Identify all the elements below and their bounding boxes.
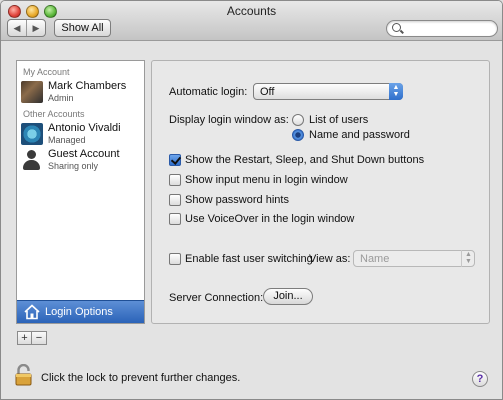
show-all-button[interactable]: Show All bbox=[54, 19, 111, 37]
checkbox-show-password-hints-label: Show password hints bbox=[185, 194, 289, 206]
popup-arrows-icon: ▲ ▼ bbox=[389, 83, 403, 100]
house-icon bbox=[24, 304, 40, 320]
back-forward-control: ◀ ▶ bbox=[7, 19, 46, 37]
view-as-value: Name bbox=[360, 253, 390, 265]
login-options-item[interactable]: Login Options bbox=[17, 300, 144, 323]
display-login-label: Display login window as: bbox=[169, 114, 289, 126]
accounts-sidebar: My Account Mark Chambers Admin Other Acc… bbox=[16, 60, 145, 324]
checkbox-show-input-menu[interactable] bbox=[169, 174, 181, 186]
avatar bbox=[21, 81, 43, 103]
view-as-popup[interactable]: Name ▲ ▼ bbox=[353, 250, 475, 267]
account-item-mark-chambers[interactable]: Mark Chambers Admin bbox=[21, 80, 143, 106]
checkbox-show-input-menu-label: Show input menu in login window bbox=[185, 174, 348, 186]
login-options-panel: Automatic login: Off ▲ ▼ Display login wi… bbox=[151, 60, 490, 324]
lock-icon[interactable] bbox=[15, 364, 35, 386]
radio-list-of-users-label: List of users bbox=[309, 114, 369, 126]
account-role: Admin bbox=[48, 93, 74, 103]
account-name: Antonio Vivaldi bbox=[48, 122, 121, 134]
checkbox-fast-user-switching[interactable] bbox=[169, 253, 181, 265]
radio-name-and-password-label: Name and password bbox=[309, 129, 410, 141]
radio-list-of-users[interactable] bbox=[292, 114, 304, 126]
lock-status-text: Click the lock to prevent further change… bbox=[41, 372, 241, 384]
server-connection-label: Server Connection: bbox=[169, 292, 264, 304]
help-button[interactable]: ? bbox=[472, 371, 488, 387]
fast-user-switching-label: Enable fast user switching bbox=[185, 253, 313, 265]
accounts-window: Accounts ◀ ▶ Show All My Account Mark Ch… bbox=[0, 0, 503, 400]
login-options-label: Login Options bbox=[45, 306, 113, 318]
view-as-label: View as: bbox=[309, 253, 351, 265]
remove-account-button[interactable]: − bbox=[32, 331, 47, 345]
checkbox-show-password-hints[interactable] bbox=[169, 194, 181, 206]
avatar bbox=[21, 123, 43, 145]
account-name: Mark Chambers bbox=[48, 80, 127, 92]
checkbox-show-restart-label: Show the Restart, Sleep, and Shut Down b… bbox=[185, 154, 425, 166]
search-icon bbox=[392, 23, 401, 32]
search-field[interactable] bbox=[386, 20, 498, 37]
checkbox-use-voiceover-label: Use VoiceOver in the login window bbox=[185, 213, 355, 225]
automatic-login-label: Automatic login: bbox=[169, 86, 248, 98]
account-role: Managed bbox=[48, 135, 86, 145]
add-remove-control: + − bbox=[17, 331, 47, 345]
back-icon[interactable]: ◀ bbox=[8, 20, 26, 36]
window-title: Accounts bbox=[226, 4, 277, 18]
account-name: Guest Account bbox=[48, 148, 120, 160]
person-silhouette-icon bbox=[21, 149, 43, 171]
other-accounts-header: Other Accounts bbox=[23, 109, 85, 119]
titlebar: Accounts ◀ ▶ Show All bbox=[1, 1, 502, 41]
checkbox-show-restart-buttons[interactable] bbox=[169, 154, 181, 166]
join-button[interactable]: Join... bbox=[263, 288, 313, 305]
forward-icon[interactable]: ▶ bbox=[26, 20, 45, 36]
my-account-header: My Account bbox=[23, 67, 70, 77]
automatic-login-popup[interactable]: Off ▲ ▼ bbox=[253, 83, 403, 100]
radio-name-and-password[interactable] bbox=[292, 129, 304, 141]
checkbox-use-voiceover[interactable] bbox=[169, 213, 181, 225]
account-item-guest[interactable]: Guest Account Sharing only bbox=[21, 148, 143, 174]
account-item-antonio-vivaldi[interactable]: Antonio Vivaldi Managed bbox=[21, 122, 143, 148]
automatic-login-value: Off bbox=[260, 86, 275, 98]
search-input[interactable] bbox=[404, 21, 494, 36]
popup-arrows-icon: ▲ ▼ bbox=[461, 250, 475, 267]
account-role: Sharing only bbox=[48, 161, 99, 171]
add-account-button[interactable]: + bbox=[17, 331, 32, 345]
